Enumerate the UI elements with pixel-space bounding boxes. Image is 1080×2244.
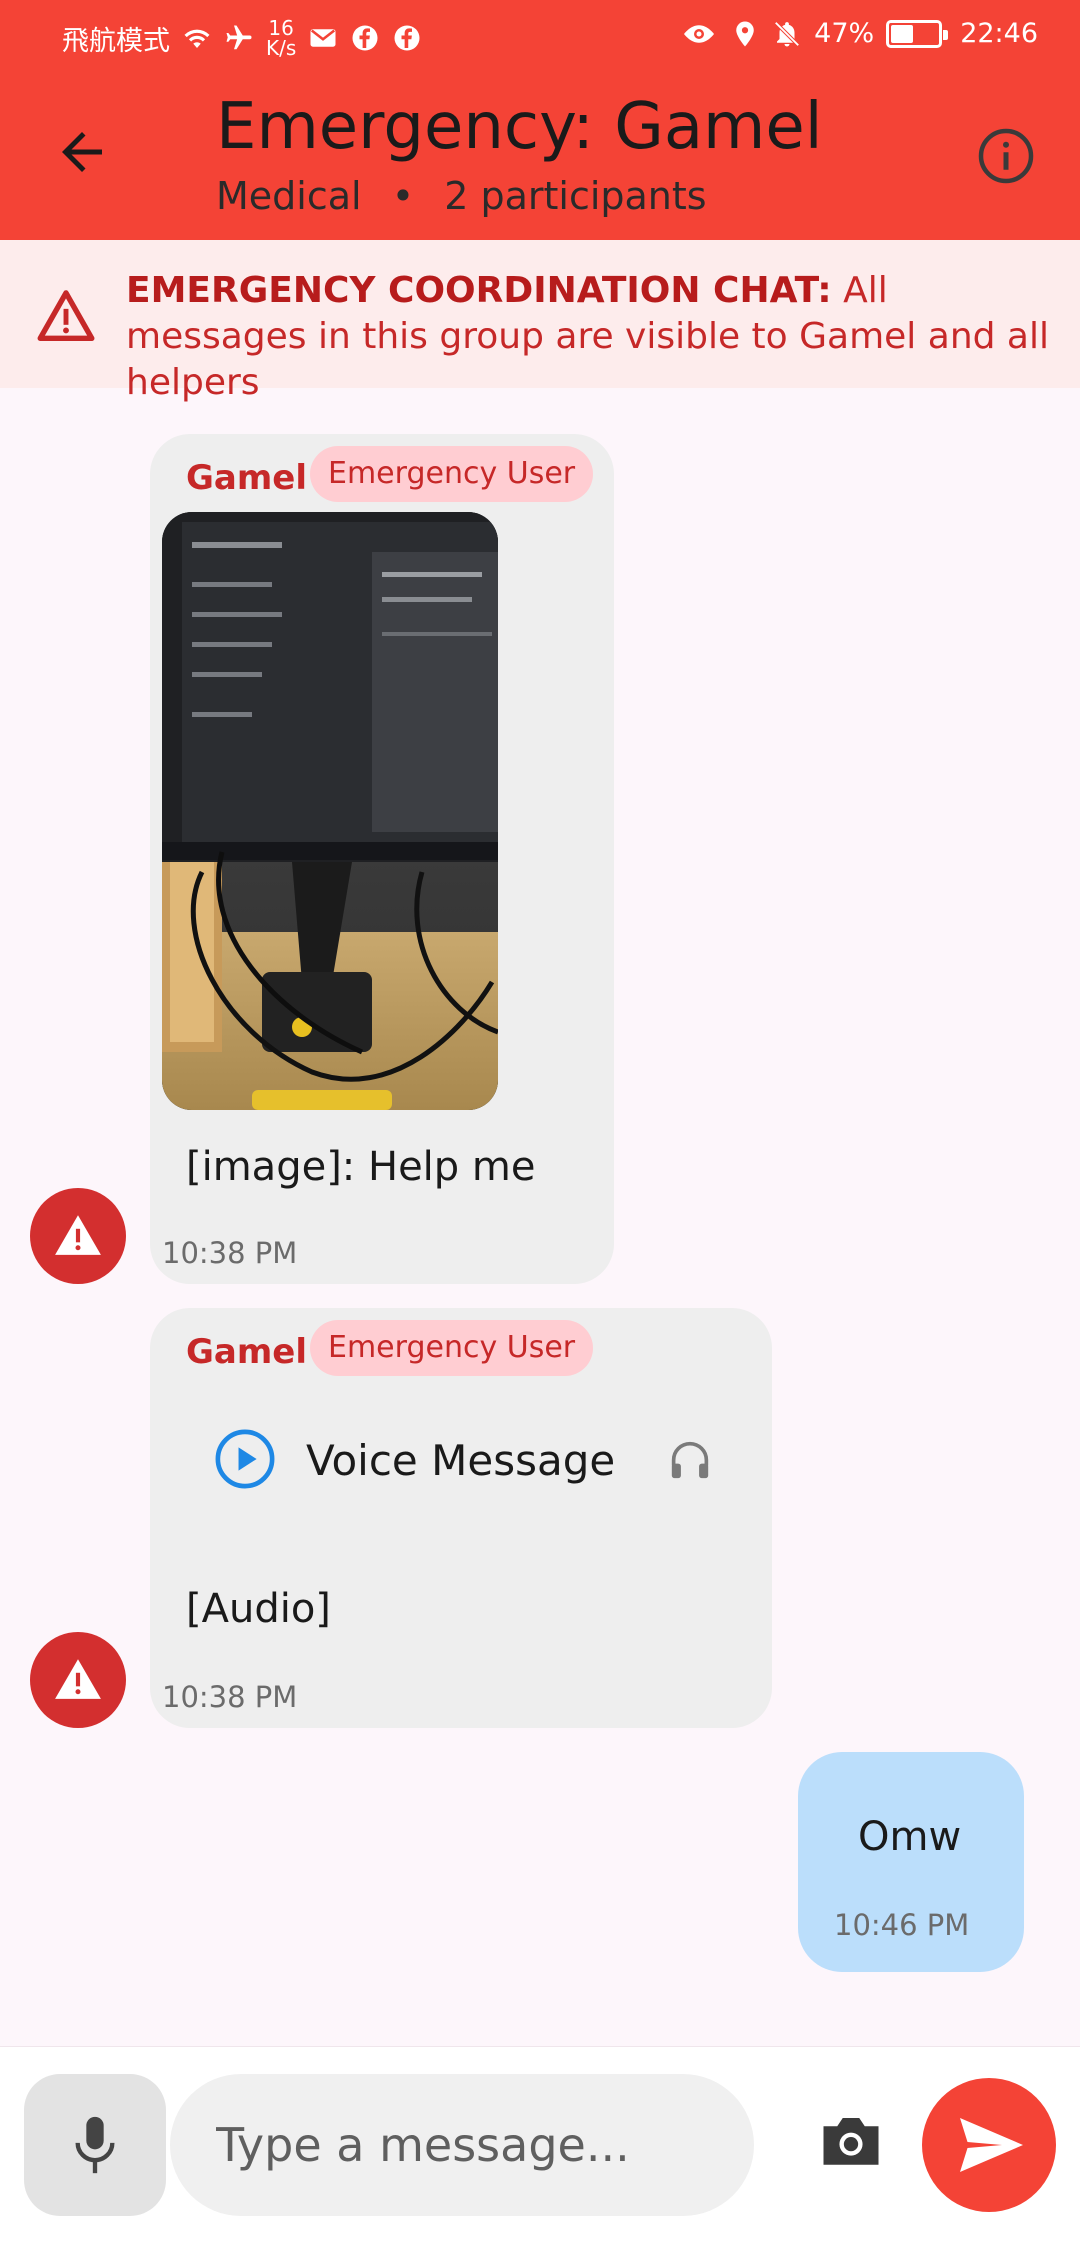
airplane-icon <box>226 25 252 50</box>
bell-off-icon <box>774 20 800 47</box>
headphones-icon <box>671 1441 709 1479</box>
back-arrow-icon[interactable] <box>52 122 112 182</box>
mic-icon <box>75 2116 115 2174</box>
facebook-icon <box>352 25 378 51</box>
page-title: Emergency: Gamel <box>216 90 823 164</box>
speed-unit: K/s <box>266 36 297 60</box>
page-subtitle: Medical • 2 participants <box>216 174 707 218</box>
airplane-mode-label: 飛航模式 <box>62 25 170 57</box>
message-text: Omw <box>858 1814 962 1860</box>
banner-bold-label: EMERGENCY COORDINATION CHAT: <box>126 270 832 311</box>
sender-name: Gamel <box>186 1332 307 1372</box>
location-icon <box>736 21 754 46</box>
eye-icon <box>684 24 715 43</box>
emergency-user-badge: Emergency User <box>310 1320 594 1376</box>
mic-button[interactable] <box>24 2074 166 2216</box>
message-photo[interactable] <box>162 512 498 1110</box>
message-input[interactable] <box>170 2074 754 2216</box>
warning-icon <box>55 1215 101 1255</box>
warning-icon <box>55 1659 101 1699</box>
emergency-user-badge: Emergency User <box>310 446 594 502</box>
emergency-avatar[interactable] <box>30 1632 126 1728</box>
warning-triangle-icon <box>37 290 95 342</box>
participants-count: 2 participants <box>444 174 707 218</box>
emergency-avatar[interactable] <box>30 1188 126 1284</box>
clock: 22:46 <box>960 18 1038 49</box>
speed-value: 16 <box>268 16 294 40</box>
message-text: [image]: Help me <box>186 1144 536 1190</box>
photo-image <box>162 512 498 1110</box>
facebook-icon-2 <box>394 25 420 51</box>
play-circle-icon[interactable] <box>214 1428 276 1490</box>
status-bar: 飛航模式 16 K/s 47% 22:46 <box>0 0 1080 72</box>
status-right: 47% 22:46 <box>680 18 1038 49</box>
emergency-category: Medical <box>216 174 362 218</box>
wifi-icon <box>184 29 210 48</box>
banner-text: EMERGENCY COORDINATION CHAT: All message… <box>126 268 1056 406</box>
subtitle-separator: • <box>391 174 415 218</box>
message-time: 10:38 PM <box>162 1236 298 1270</box>
send-icon <box>960 2118 1023 2172</box>
camera-icon[interactable] <box>818 2112 884 2168</box>
message-time: 10:38 PM <box>162 1680 298 1714</box>
battery-icon <box>886 19 949 48</box>
message-text: [Audio] <box>186 1586 331 1632</box>
info-icon[interactable] <box>976 126 1036 186</box>
battery-percent: 47% <box>814 18 875 49</box>
send-button[interactable] <box>922 2078 1056 2212</box>
sender-name: Gamel <box>186 458 307 498</box>
battery-fill <box>891 24 913 43</box>
status-left: 飛航模式 16 K/s <box>62 18 422 58</box>
message-time: 10:46 PM <box>834 1908 970 1942</box>
mail-icon <box>310 29 336 47</box>
voice-message-label: Voice Message <box>306 1436 616 1485</box>
network-speed: 16 K/s <box>266 18 296 58</box>
